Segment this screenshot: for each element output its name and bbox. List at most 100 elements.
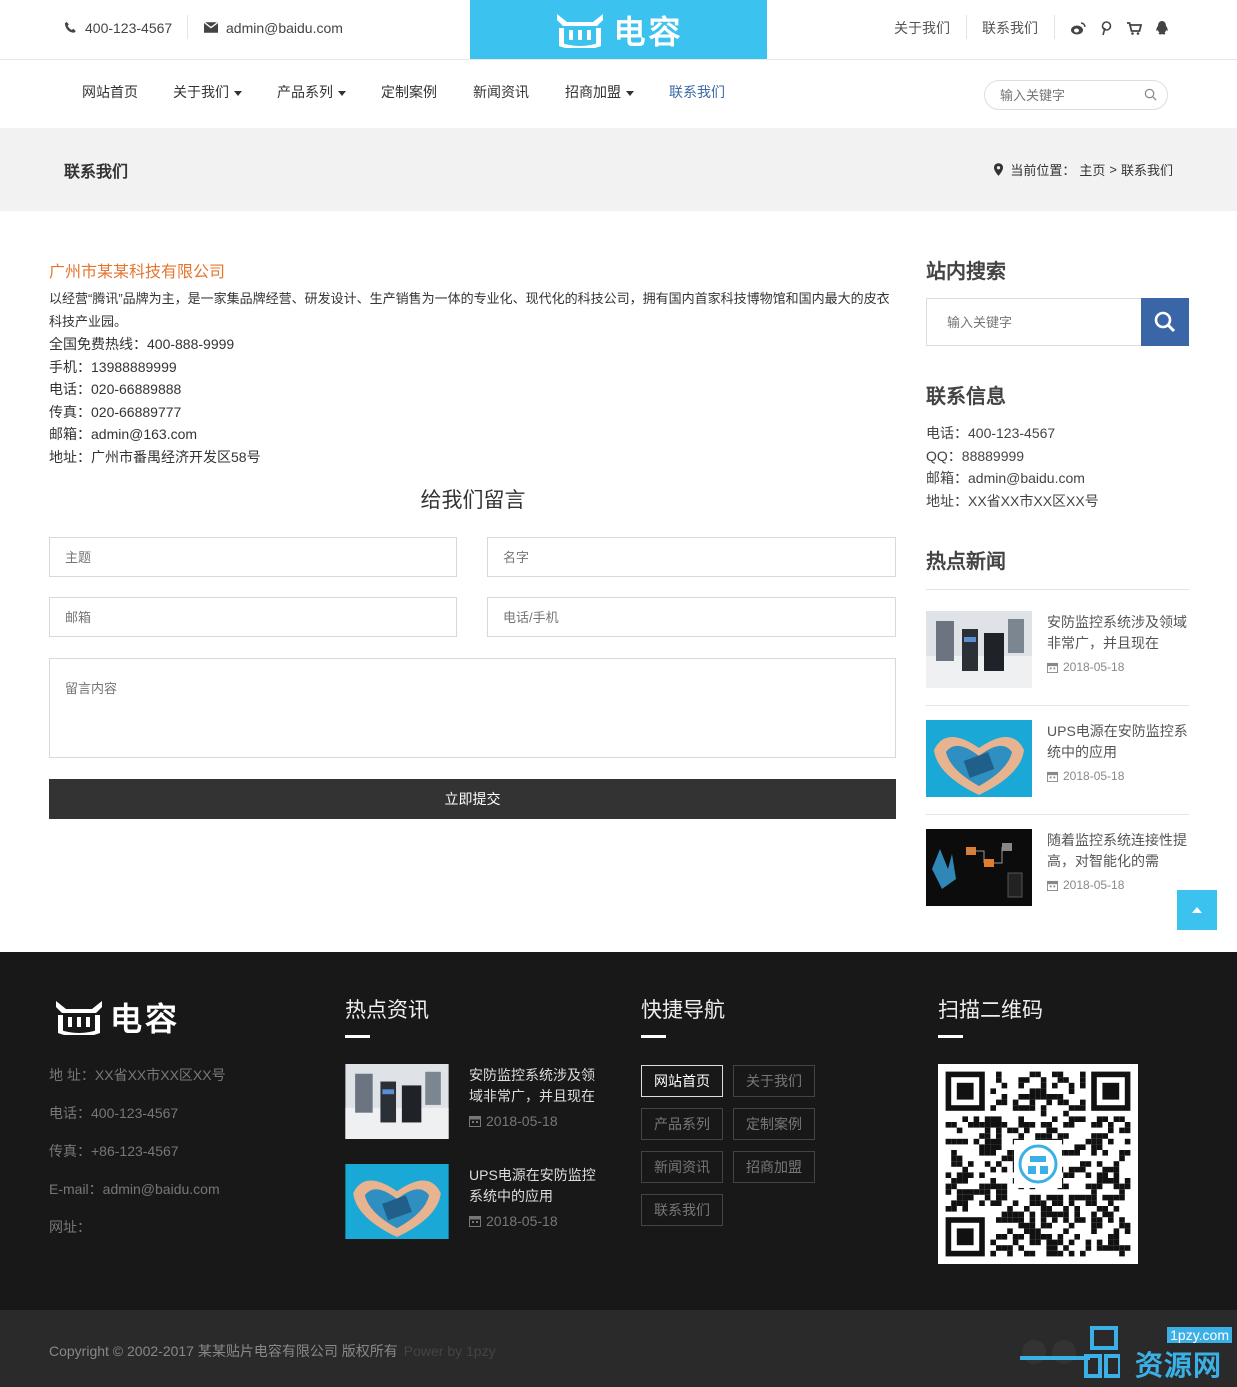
footer-news-item[interactable]: UPS电源在安防监控系统中的应用 2018-05-18 [345,1164,605,1239]
footer-nav-title: 快捷导航 [641,999,725,1022]
footer-website: 网址： [49,1219,91,1235]
sidebar-search-input[interactable] [927,299,1137,345]
cart-icon[interactable] [1126,20,1142,36]
sidebar-info-title: 联系信息 [926,386,1006,408]
qq-icon[interactable] [1154,20,1170,36]
sidebar-news-item[interactable]: UPS电源在安防监控系统中的应用 2018-05-18 [926,720,1189,797]
footer-logo[interactable]: 电容 [52,994,180,1040]
nav-search-input[interactable] [985,81,1125,109]
sidebar-news-item[interactable]: 随着监控系统连接性提高，对智能化的需 2018-05-18 [926,829,1189,906]
sidebar-news-item[interactable]: 安防监控系统涉及领域非常广，并且现在 2018-05-18 [926,611,1189,688]
sidebar-search-button[interactable] [1141,298,1189,346]
logo-cat-icon [56,1001,102,1035]
news-thumb[interactable] [345,1164,449,1239]
page-title: 联系我们 [64,164,129,181]
news-date: 2018-05-18 [1047,769,1124,783]
nav-home[interactable]: 网站首页 [82,60,138,124]
nav-about[interactable]: 关于我们 [173,60,242,124]
top-link-about[interactable]: 关于我们 [894,0,950,55]
footer-news-title: 热点资讯 [345,999,429,1022]
pinterest-icon[interactable] [1098,20,1114,36]
watermark-url: 1pzy.com [1167,1327,1232,1343]
footer-link-franchise[interactable]: 招商加盟 [733,1151,815,1183]
calendar-icon [1047,880,1058,891]
footer-address: 地 址：XX省XX市XX区XX号 [49,1067,226,1083]
map-marker-icon [994,163,1004,176]
footer: 电容 地 址：XX省XX市XX区XX号 电话：400-123-4567 传真：+… [0,952,1237,1310]
footer-qr-title: 扫描二维码 [938,999,1043,1022]
back-to-top-button[interactable] [1177,890,1217,930]
search-icon [1154,311,1176,333]
search-icon[interactable] [1144,88,1157,101]
nav-news[interactable]: 新闻资讯 [473,60,529,124]
contact-mobile: 手机：13988889999 [49,358,177,375]
news-thumb[interactable] [926,720,1032,797]
top-link-contact[interactable]: 联系我们 [982,0,1038,55]
top-email: admin@baidu.com [204,0,343,55]
copyright-bar: Copyright © 2002-2017 某某贴片电容有限公司 版权所有 Pow… [0,1310,1237,1387]
submit-button[interactable]: 立即提交 [49,779,896,819]
news-title[interactable]: 安防监控系统涉及领域非常广，并且现在 [469,1065,599,1107]
subject-input[interactable] [49,537,457,577]
footer-fax: 传真：+86-123-4567 [49,1143,179,1159]
footer-news-item[interactable]: 安防监控系统涉及领域非常广，并且现在 2018-05-18 [345,1064,605,1139]
calendar-icon [1047,662,1058,673]
nav-franchise[interactable]: 招商加盟 [565,60,634,124]
weibo-icon[interactable] [1070,20,1086,36]
breadcrumb-home[interactable]: 主页 [1079,160,1105,179]
footer-link-home[interactable]: 网站首页 [641,1065,723,1097]
site-logo[interactable]: 电容 [470,0,767,59]
news-title[interactable]: UPS电源在安防监控系统中的应用 [469,1165,599,1207]
name-input[interactable] [487,537,896,577]
breadcrumb-label: 当前位置： [1010,163,1076,178]
chevron-down-icon [338,90,346,96]
nav-search [984,80,1168,110]
social-icons [1070,20,1170,36]
watermark: 1pzy.com 资源网 [1020,1322,1237,1382]
phone-icon [64,21,76,33]
message-textarea[interactable] [49,658,896,758]
qr-code [938,1064,1138,1264]
contact-hotline: 全国免费热线：400-888-9999 [49,336,235,352]
footer-email: E-mail：admin@baidu.com [49,1181,220,1197]
nav-products[interactable]: 产品系列 [277,60,346,124]
logo-cat-icon [557,13,604,48]
calendar-icon [469,1116,481,1127]
footer-link-cases[interactable]: 定制案例 [733,1108,815,1140]
phone-input[interactable] [487,597,896,637]
breadcrumb-separator: > [1109,162,1117,177]
powered-by: Power by 1pzy [403,1343,496,1359]
chevron-up-icon [1192,907,1202,913]
calendar-icon [469,1216,481,1227]
news-thumb[interactable] [926,829,1032,906]
footer-link-contact[interactable]: 联系我们 [641,1194,723,1226]
contact-address: 地址：广州市番禺经济开发区58号 [49,448,261,465]
breadcrumb: 当前位置： 主页 > 联系我们 [994,160,1173,179]
news-thumb[interactable] [926,611,1032,688]
envelope-icon [204,22,218,33]
breadcrumb-current: 联系我们 [1120,163,1173,178]
news-thumb[interactable] [345,1064,449,1139]
news-date: 2018-05-18 [469,1213,558,1229]
sidebar-info: 电话：400-123-4567 QQ：88889999 邮箱：admin@bai… [926,422,1099,512]
footer-link-news[interactable]: 新闻资讯 [641,1151,723,1183]
news-title[interactable]: 安防监控系统涉及领域非常广，并且现在 [1047,612,1192,654]
nav-cases[interactable]: 定制案例 [381,60,437,124]
top-email-text: admin@baidu.com [226,19,343,36]
news-title[interactable]: 随着监控系统连接性提高，对智能化的需 [1047,830,1192,872]
message-form-title: 给我们留言 [420,489,526,512]
copyright-text: Copyright © 2002-2017 某某贴片电容有限公司 版权所有 Pow… [49,1343,496,1359]
sidebar-info-tel: 电话：400-123-4567 [926,425,1056,441]
footer-link-products[interactable]: 产品系列 [641,1108,723,1140]
sidebar-info-address: 地址：XX省XX市XX区XX号 [926,492,1099,509]
sidebar-news-title: 热点新闻 [926,551,1006,573]
top-bar: 400-123-4567 admin@baidu.com 电容 关于我们 联系我… [0,0,1237,60]
news-title[interactable]: UPS电源在安防监控系统中的应用 [1047,721,1192,763]
company-name: 广州市某某科技有限公司 [49,264,226,281]
email-input[interactable] [49,597,457,637]
nav-contact[interactable]: 联系我们 [669,60,725,124]
logo-text: 电容 [613,13,684,50]
page-banner: 联系我们 当前位置： 主页 > 联系我们 [0,128,1237,211]
footer-link-about[interactable]: 关于我们 [733,1065,815,1097]
contact-email: 邮箱：admin@163.com [49,426,198,442]
